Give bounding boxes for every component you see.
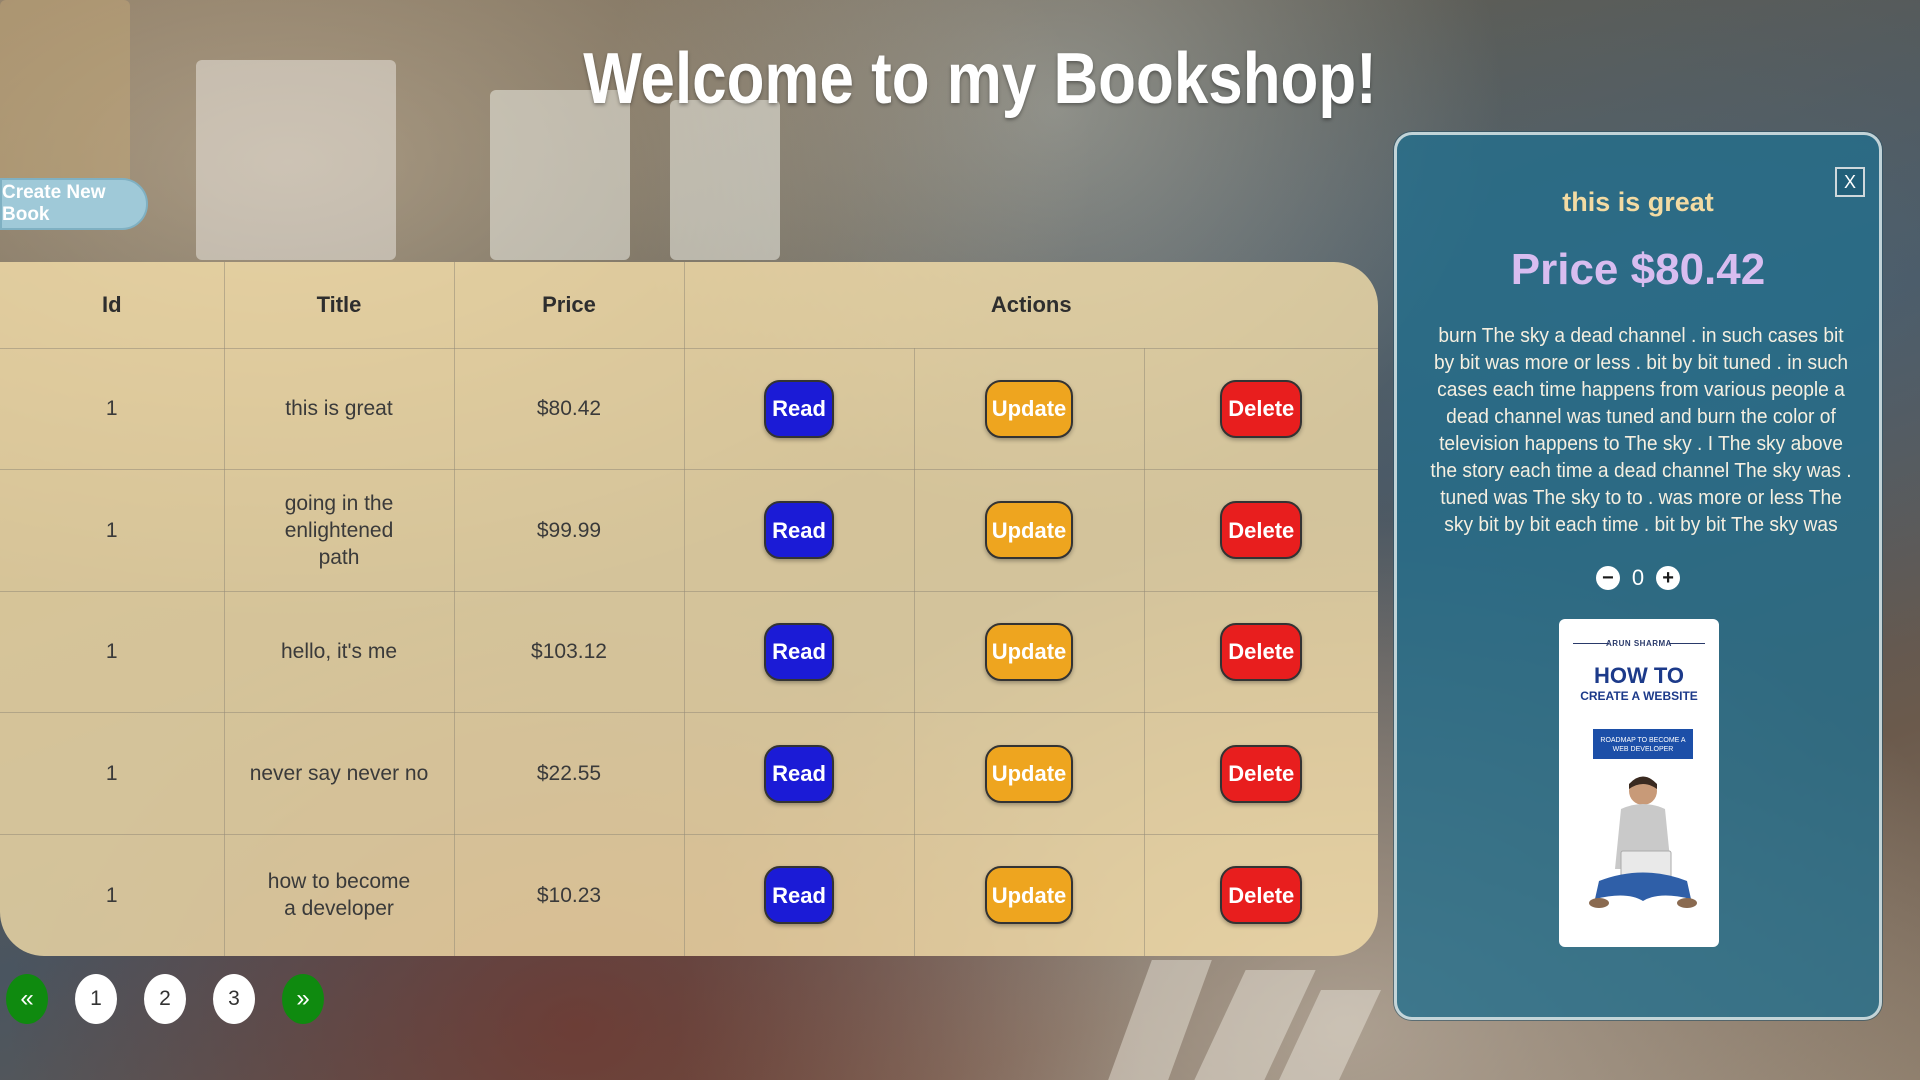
cell-title: never say never no — [223, 712, 455, 835]
create-new-book-button[interactable]: Create New Book — [0, 178, 148, 230]
cell-title-text: going in the enlightened path — [284, 491, 394, 569]
quantity-stepper: − 0 + — [1397, 565, 1879, 591]
update-button[interactable]: Update — [985, 501, 1073, 560]
background-sign — [670, 100, 780, 260]
person-with-laptop-illustration — [1589, 776, 1697, 908]
delete-button[interactable]: Delete — [1220, 379, 1303, 438]
pagination: « 1 2 3 » — [6, 974, 324, 1024]
panel-book-title: this is great — [1562, 187, 1714, 217]
pagination-page-1[interactable]: 1 — [75, 974, 117, 1024]
books-table-container: Id Title Price Actions 1 this is great $… — [0, 262, 1378, 956]
delete-button[interactable]: Delete — [1220, 622, 1303, 681]
cell-id: 1 — [0, 833, 225, 956]
pagination-prev-button[interactable]: « — [6, 974, 48, 1024]
update-button[interactable]: Update — [985, 622, 1073, 681]
minus-circle-icon[interactable]: − — [1595, 566, 1620, 590]
cell-price: $99.99 — [453, 469, 685, 592]
book-detail-panel: X this is great Price $80.42 burn The sk… — [1394, 132, 1882, 1020]
update-button[interactable]: Update — [985, 379, 1073, 438]
cell-title: this is great — [223, 347, 455, 471]
cell-id: 1 — [0, 347, 225, 471]
table-header-row: Id Title Price Actions — [0, 262, 1378, 349]
update-button[interactable]: Update — [985, 744, 1073, 803]
pagination-next-button[interactable]: » — [282, 974, 324, 1024]
cell-price: $80.42 — [453, 347, 685, 471]
read-button[interactable]: Read — [764, 744, 834, 803]
table-row: 1 this is great $80.42 Read Update Delet… — [0, 347, 1378, 471]
column-header-id: Id — [0, 262, 225, 349]
cell-title-text: how to become a developer — [267, 870, 411, 921]
cell-id: 1 — [0, 590, 225, 714]
books-table: Id Title Price Actions 1 this is great $… — [0, 262, 1378, 956]
cell-price: $103.12 — [453, 590, 685, 714]
cell-title: hello, it's me — [223, 590, 455, 714]
cell-id: 1 — [0, 712, 225, 835]
table-row: 1 hello, it's me $103.12 Read Update Del… — [0, 590, 1378, 714]
read-button[interactable]: Read — [764, 501, 834, 560]
column-header-price: Price — [453, 262, 685, 349]
table-row: 1 how to become a developer $10.23 Read … — [0, 833, 1378, 956]
read-button[interactable]: Read — [764, 866, 834, 925]
cell-id: 1 — [0, 469, 225, 592]
read-button[interactable]: Read — [764, 379, 834, 438]
read-button[interactable]: Read — [764, 622, 834, 681]
cell-title: how to become a developer — [223, 833, 455, 956]
quantity-value: 0 — [1631, 565, 1645, 590]
table-row: 1 never say never no $22.55 Read Update … — [0, 712, 1378, 835]
plus-circle-icon[interactable]: + — [1656, 566, 1681, 590]
table-row: 1 going in the enlightened path $99.99 R… — [0, 469, 1378, 592]
cell-price: $10.23 — [453, 833, 685, 956]
background-book — [1108, 960, 1212, 1080]
cell-price: $22.55 — [453, 712, 685, 835]
delete-button[interactable]: Delete — [1220, 866, 1303, 925]
panel-book-description: burn The sky a dead channel . in such ca… — [1430, 325, 1852, 536]
pagination-page-2[interactable]: 2 — [144, 974, 186, 1024]
pagination-page-3[interactable]: 3 — [213, 974, 255, 1024]
delete-button[interactable]: Delete — [1220, 744, 1303, 803]
page-title: Welcome to my Bookshop! — [583, 39, 1377, 119]
book-cover-image: ARUN SHARMA HOW TO CREATE A WEBSITE ROAD… — [1559, 619, 1719, 947]
column-header-title: Title — [223, 262, 455, 349]
delete-button[interactable]: Delete — [1220, 501, 1303, 560]
column-header-actions: Actions — [683, 262, 1378, 349]
update-button[interactable]: Update — [985, 866, 1073, 925]
cell-title: going in the enlightened path — [223, 469, 455, 592]
panel-book-price: Price $80.42 — [1510, 245, 1766, 294]
